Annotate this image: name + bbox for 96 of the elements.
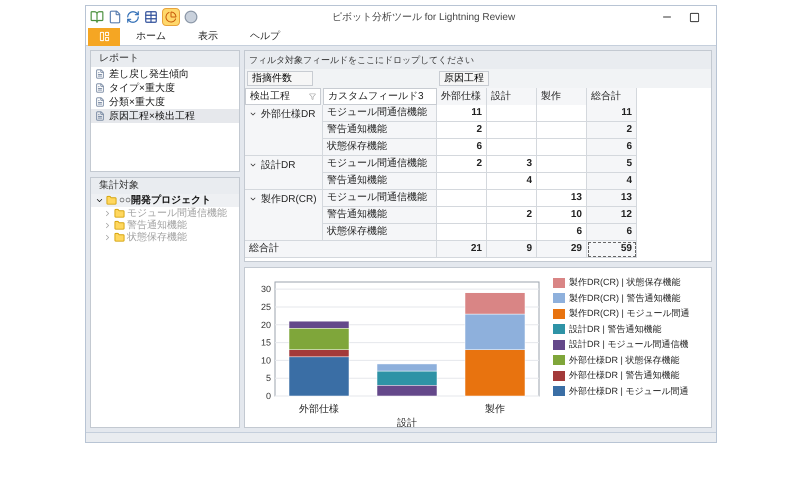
grand-total-label: 総合計 (245, 241, 437, 258)
table-icon[interactable] (144, 10, 158, 24)
axis-tick-label: 0 (266, 391, 271, 401)
value-cell: 2 (437, 156, 487, 173)
value-cell: 3 (487, 156, 537, 173)
value-cell: 13 (587, 190, 637, 207)
row-header-cell: モジュール間通信機能 (323, 105, 437, 122)
category-label: 製作 (485, 404, 505, 415)
folder-icon (114, 220, 125, 230)
column-header-cell: 製作 (537, 88, 587, 105)
ribbon-tab[interactable]: 表示 (182, 29, 234, 44)
column-header-cell: 外部仕様 (437, 88, 487, 105)
column-header-cell: 設計 (487, 88, 537, 105)
row-header-cell: 状態保存機能 (323, 139, 437, 156)
data-field-chip[interactable]: 指摘件数 (247, 71, 313, 86)
column-header-cell: 総合計 (587, 88, 637, 105)
row-header-cell: 警告通知機能 (323, 207, 437, 224)
total-cell: 59 (587, 241, 637, 258)
axis-tick-label: 30 (260, 284, 271, 294)
report-item[interactable]: 原因工程×検出工程 (91, 109, 239, 123)
value-cell: 4 (587, 173, 637, 190)
value-cell (437, 207, 487, 224)
axis-tick-label: 15 (260, 338, 271, 348)
category-label: 外部仕様 (299, 404, 339, 415)
row-header-cell: モジュール間通信機能 (323, 190, 437, 207)
row-group-header[interactable]: 設計DR (245, 156, 323, 190)
value-cell: 11 (587, 105, 637, 122)
folder-icon (114, 232, 125, 242)
row-group-header[interactable]: 外部仕様DR (245, 105, 323, 156)
row-header-cell: モジュール間通信機能 (323, 156, 437, 173)
row-header-cell: 警告通知機能 (323, 122, 437, 139)
legend-label: 外部仕様DR | モジュール間通 (569, 384, 688, 398)
row-header-cell: 警告通知機能 (323, 173, 437, 190)
category-label: 設計 (397, 418, 417, 427)
axis-tick-label: 25 (260, 302, 271, 312)
value-cell: 2 (487, 207, 537, 224)
value-cell (487, 105, 537, 122)
book-icon[interactable] (90, 10, 104, 24)
folder-icon (106, 195, 117, 206)
axis-tick-label: 20 (260, 320, 271, 330)
value-cell: 5 (587, 156, 637, 173)
value-cell: 2 (587, 122, 637, 139)
row-field-chip[interactable]: 検出工程 (245, 88, 321, 105)
report-icon (95, 83, 105, 93)
report-icon (95, 111, 105, 121)
value-cell: 6 (587, 224, 637, 241)
report-item[interactable]: タイプ×重大度 (91, 81, 239, 95)
panel-header: レポート (91, 51, 239, 67)
value-cell: 2 (437, 122, 487, 139)
value-cell (437, 190, 487, 207)
filter-drop-area: フィルタ対象フィールドをここにドロップしてください (245, 51, 711, 69)
column-field-chip[interactable]: 原因工程 (439, 71, 489, 86)
legend-label: 製作DR(CR) | 状態保存機能 (569, 276, 680, 289)
chart-icon[interactable] (162, 8, 180, 26)
value-cell: 12 (587, 207, 637, 224)
legend-label: 設計DR | 警告通知機能 (569, 322, 662, 336)
legend-label: 設計DR | モジュール間通信機 (569, 338, 688, 351)
value-cell: 6 (587, 139, 637, 156)
total-cell: 29 (537, 241, 587, 258)
legend-label: 外部仕様DR | 警告通知機能 (569, 369, 680, 382)
report-item[interactable]: 差し戻し発生傾向 (91, 67, 239, 81)
legend-label: 外部仕様DR | 状態保存機能 (569, 354, 680, 367)
ribbon-tab[interactable]: ホーム (120, 29, 182, 44)
row-header-cell: 状態保存機能 (323, 224, 437, 241)
value-cell (437, 173, 487, 190)
value-cell: 11 (437, 105, 487, 122)
chevron-icon[interactable] (249, 195, 257, 203)
axis-tick-label: 10 (260, 355, 271, 366)
value-cell: 4 (487, 173, 537, 190)
report-icon (95, 69, 105, 79)
row-group-header[interactable]: 製作DR(CR) (245, 190, 323, 241)
legend-label: 製作DR(CR) | モジュール間通 (569, 307, 690, 320)
row-field-chip[interactable]: カスタムフィールド3 (323, 88, 437, 105)
value-cell (487, 122, 537, 139)
refresh-icon[interactable] (126, 10, 140, 24)
folder-icon (114, 208, 125, 218)
document-icon[interactable] (108, 10, 122, 24)
chevron-icon[interactable] (249, 110, 257, 118)
report-item[interactable]: 分類×重大度 (91, 95, 239, 109)
maximize-icon[interactable] (689, 12, 700, 22)
legend-label: 製作DR(CR) | 警告通知機能 (569, 292, 680, 305)
tree-item[interactable]: ○○開発プロジェクト (91, 194, 239, 207)
window-title: ピボット分析ツール for Lightning Review (330, 10, 516, 24)
value-cell (487, 190, 537, 207)
chevron-icon[interactable] (249, 161, 257, 169)
filter-icon[interactable] (309, 93, 316, 100)
value-cell (487, 139, 537, 156)
axis-tick-label: 5 (266, 373, 271, 384)
ribbon-tab[interactable]: ヘルプ (234, 29, 296, 44)
sphere-icon[interactable] (184, 10, 198, 24)
value-cell: 6 (437, 139, 487, 156)
total-cell: 9 (487, 241, 537, 258)
panel-header: 集計対象 (91, 178, 239, 194)
total-cell: 21 (437, 241, 487, 258)
layout-icon (98, 31, 110, 42)
report-icon (95, 97, 105, 107)
